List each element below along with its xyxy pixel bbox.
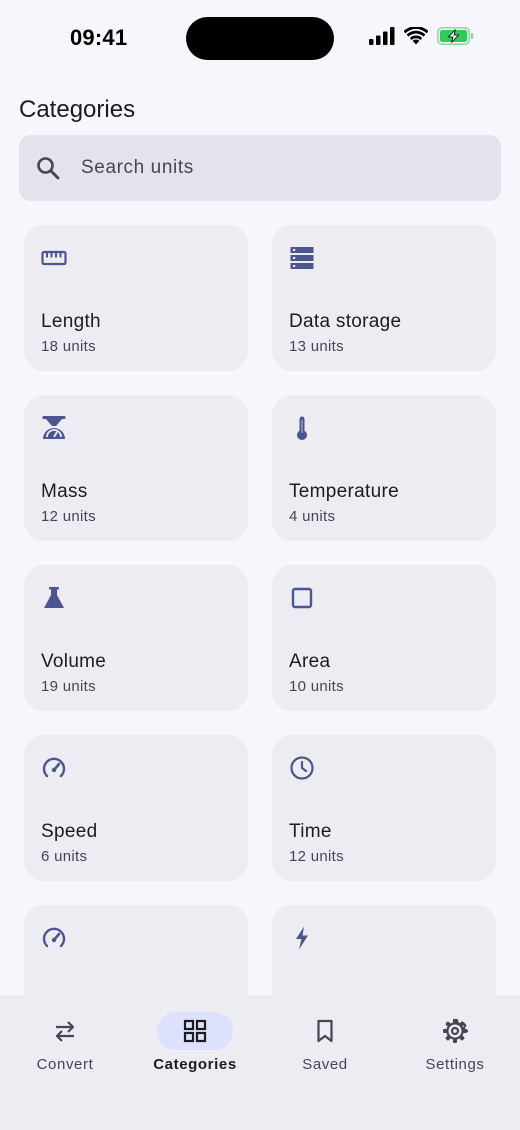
bolt-icon	[289, 925, 315, 951]
category-name: Length	[41, 311, 101, 332]
clock-icon	[289, 755, 315, 781]
dynamic-island	[186, 17, 334, 60]
grid-icon	[183, 1019, 207, 1043]
search-icon	[37, 157, 60, 180]
page-title: Categories	[19, 96, 136, 123]
category-unit-count: 19 units	[41, 678, 96, 695]
category-name: Volume	[41, 651, 107, 672]
speedometer-icon	[41, 925, 67, 951]
wifi-icon	[404, 27, 428, 45]
search-input[interactable]	[81, 157, 461, 179]
nav-label: Categories	[153, 1056, 237, 1073]
nav-item-saved[interactable]: Saved	[260, 995, 390, 1095]
battery-charging-icon	[437, 27, 474, 45]
category-name: Data storage	[289, 311, 402, 332]
square-icon	[289, 585, 315, 611]
gear-icon	[443, 1019, 468, 1043]
category-card-speed[interactable]: Speed 6 units	[24, 735, 248, 881]
swap-arrows-icon	[55, 1021, 75, 1042]
nav-label: Saved	[302, 1056, 348, 1073]
category-card-partial-left[interactable]	[24, 905, 248, 995]
categories-screen: 09:41 Categories Search units Length 18 …	[0, 0, 520, 1130]
category-grid: Length 18 units Data storage 13 units Ma…	[24, 225, 496, 995]
category-card-time[interactable]: Time 12 units	[272, 735, 496, 881]
search-bar[interactable]	[19, 135, 501, 201]
nav-item-categories[interactable]: Categories	[130, 995, 260, 1095]
status-bar: 09:41	[0, 0, 520, 78]
category-unit-count: 13 units	[289, 338, 344, 355]
category-name: Time	[289, 821, 332, 842]
nav-pill	[417, 1012, 493, 1050]
nav-pill-active	[157, 1012, 233, 1050]
scale-icon	[41, 415, 67, 441]
thermometer-icon	[289, 415, 315, 441]
nav-item-settings[interactable]: Settings	[390, 995, 520, 1095]
nav-label: Convert	[36, 1056, 94, 1073]
bottom-navigation: Convert Categories Saved Settings	[0, 995, 520, 1130]
category-name: Mass	[41, 481, 88, 502]
status-time: 09:41	[70, 25, 128, 50]
category-card-data-storage[interactable]: Data storage 13 units	[272, 225, 496, 371]
category-unit-count: 12 units	[41, 508, 96, 525]
nav-pill	[287, 1012, 363, 1050]
category-unit-count: 4 units	[289, 508, 336, 525]
category-unit-count: 12 units	[289, 848, 344, 865]
category-card-length[interactable]: Length 18 units	[24, 225, 248, 371]
category-card-temperature[interactable]: Temperature 4 units	[272, 395, 496, 541]
status-icons	[369, 27, 474, 45]
nav-pill	[27, 1012, 103, 1050]
ruler-icon	[41, 245, 67, 271]
speedometer-icon	[41, 755, 67, 781]
cellular-signal-icon	[369, 27, 395, 45]
category-card-area[interactable]: Area 10 units	[272, 565, 496, 711]
category-unit-count: 6 units	[41, 848, 88, 865]
category-card-partial-right[interactable]	[272, 905, 496, 995]
category-unit-count: 18 units	[41, 338, 96, 355]
nav-label: Settings	[425, 1056, 485, 1073]
category-name: Temperature	[289, 481, 399, 502]
category-unit-count: 10 units	[289, 678, 344, 695]
category-card-mass[interactable]: Mass 12 units	[24, 395, 248, 541]
category-name: Area	[289, 651, 331, 672]
bookmark-icon	[317, 1019, 333, 1043]
nav-item-convert[interactable]: Convert	[0, 995, 130, 1095]
category-card-volume[interactable]: Volume 19 units	[24, 565, 248, 711]
category-name: Speed	[41, 821, 98, 842]
flask-icon	[41, 585, 67, 611]
category-grid-viewport: Length 18 units Data storage 13 units Ma…	[0, 215, 520, 995]
storage-icon	[289, 245, 315, 271]
